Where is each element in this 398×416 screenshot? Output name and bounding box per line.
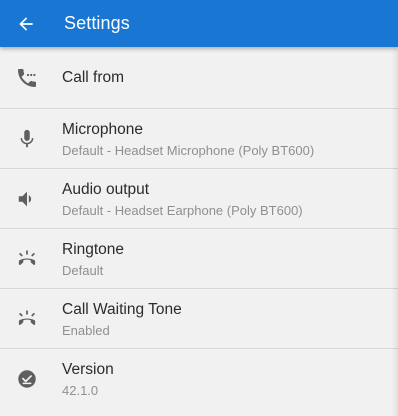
check-circle-icon <box>0 368 54 390</box>
phone-forward-icon <box>0 66 54 90</box>
settings-list: Call from Microphone Default - Headset M… <box>0 47 398 409</box>
setting-call-waiting-tone[interactable]: Call Waiting Tone Enabled <box>0 289 398 349</box>
setting-value: Default <box>62 262 104 278</box>
setting-call-from[interactable]: Call from <box>0 47 398 109</box>
setting-value: Default - Headset Microphone (Poly BT600… <box>62 142 315 158</box>
setting-ringtone[interactable]: Ringtone Default <box>0 229 398 289</box>
setting-value: 42.1.0 <box>62 382 99 398</box>
app-bar: Settings <box>0 0 398 47</box>
setting-version[interactable]: Version 42.1.0 <box>0 349 398 409</box>
setting-title: Microphone <box>62 120 143 138</box>
ringing-phone-icon <box>0 246 54 272</box>
setting-title: Call from <box>62 69 125 86</box>
speaker-icon <box>0 188 54 210</box>
setting-title: Version <box>62 360 114 378</box>
setting-microphone[interactable]: Microphone Default - Headset Microphone … <box>0 109 398 169</box>
setting-value: Default - Headset Earphone (Poly BT600) <box>62 202 303 218</box>
setting-value: Enabled <box>62 322 110 338</box>
setting-title: Ringtone <box>62 240 125 258</box>
ringing-phone-icon <box>0 306 54 332</box>
setting-audio-output[interactable]: Audio output Default - Headset Earphone … <box>0 169 398 229</box>
microphone-icon <box>0 128 54 150</box>
setting-title: Audio output <box>62 180 150 198</box>
settings-screen: Settings Call from Microphone Default - … <box>0 0 398 416</box>
back-button[interactable] <box>0 0 52 47</box>
arrow-back-icon <box>16 14 36 34</box>
page-title: Settings <box>64 13 130 33</box>
setting-title: Call Waiting Tone <box>62 300 182 318</box>
